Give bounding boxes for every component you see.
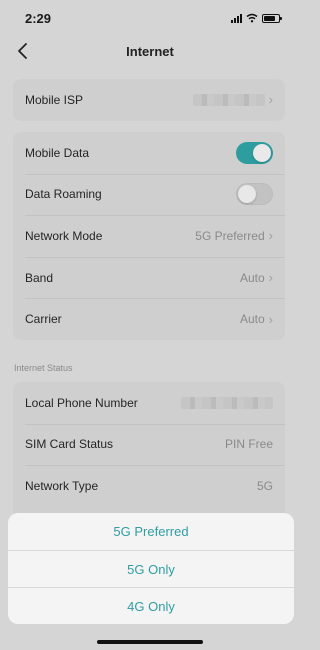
mobile-data-toggle[interactable] bbox=[236, 141, 273, 164]
band-value-wrap: Auto › bbox=[240, 270, 273, 285]
toggle-knob bbox=[253, 143, 271, 162]
option-4g-only[interactable]: 4G Only bbox=[8, 587, 294, 624]
network-type-label: Network Type bbox=[25, 478, 99, 493]
band-row[interactable]: Band Auto › bbox=[13, 256, 285, 299]
settings-card: Mobile Data Data Roaming Network Mode 5G… bbox=[13, 132, 285, 340]
network-mode-label: Network Mode bbox=[25, 228, 103, 243]
local-phone-number-value bbox=[181, 396, 273, 409]
mobile-isp-row[interactable]: Mobile ISP › bbox=[13, 79, 285, 121]
nav-bar: Internet bbox=[0, 34, 300, 68]
mobile-data-label: Mobile Data bbox=[25, 145, 90, 160]
status-time: 2:29 bbox=[25, 11, 52, 26]
chevron-right-icon: › bbox=[268, 270, 273, 286]
data-roaming-label: Data Roaming bbox=[25, 187, 102, 202]
network-mode-action-sheet: 5G Preferred 5G Only 4G Only bbox=[8, 513, 294, 624]
local-phone-number-row: Local Phone Number bbox=[13, 382, 285, 424]
mobile-data-row: Mobile Data bbox=[13, 132, 285, 174]
redacted-value bbox=[181, 396, 273, 409]
carrier-row[interactable]: Carrier Auto › bbox=[13, 298, 285, 340]
mobile-isp-label: Mobile ISP bbox=[25, 92, 84, 107]
network-mode-value: 5G Preferred bbox=[195, 228, 265, 243]
data-roaming-row: Data Roaming bbox=[13, 173, 285, 216]
band-value: Auto bbox=[239, 270, 265, 285]
isp-card: Mobile ISP › bbox=[13, 79, 285, 121]
cellular-signal-icon bbox=[231, 13, 242, 23]
sim-card-status-label: SIM Card Status bbox=[25, 437, 114, 452]
network-mode-value-wrap: 5G Preferred › bbox=[195, 228, 273, 243]
internet-status-card: Local Phone Number SIM Card Status PIN F… bbox=[13, 382, 285, 522]
carrier-value-wrap: Auto › bbox=[240, 312, 273, 327]
option-5g-preferred[interactable]: 5G Preferred bbox=[8, 513, 294, 550]
section-header-internet-status: Internet Status bbox=[14, 363, 73, 373]
network-type-value: 5G bbox=[256, 478, 273, 493]
wifi-icon bbox=[246, 13, 258, 23]
status-bar: 2:29 bbox=[0, 0, 300, 34]
sim-card-status-row: SIM Card Status PIN Free bbox=[13, 423, 285, 466]
data-roaming-toggle[interactable] bbox=[236, 183, 273, 206]
toggle-knob bbox=[238, 185, 256, 204]
option-5g-only[interactable]: 5G Only bbox=[8, 550, 294, 587]
chevron-right-icon: › bbox=[268, 228, 273, 244]
network-mode-row[interactable]: Network Mode 5G Preferred › bbox=[13, 215, 285, 257]
carrier-label: Carrier bbox=[25, 312, 62, 327]
carrier-value: Auto bbox=[239, 312, 265, 327]
band-label: Band bbox=[25, 270, 54, 285]
battery-icon bbox=[262, 13, 282, 23]
mobile-isp-value: › bbox=[192, 92, 273, 108]
redacted-value bbox=[192, 93, 265, 106]
network-type-row: Network Type 5G bbox=[13, 465, 285, 507]
sim-card-status-value: PIN Free bbox=[224, 437, 273, 452]
chevron-right-icon: › bbox=[268, 311, 273, 327]
page-title: Internet bbox=[126, 44, 174, 59]
home-indicator[interactable] bbox=[97, 640, 203, 644]
chevron-right-icon: › bbox=[268, 92, 273, 108]
status-icons bbox=[231, 12, 282, 24]
local-phone-number-label: Local Phone Number bbox=[25, 395, 138, 410]
